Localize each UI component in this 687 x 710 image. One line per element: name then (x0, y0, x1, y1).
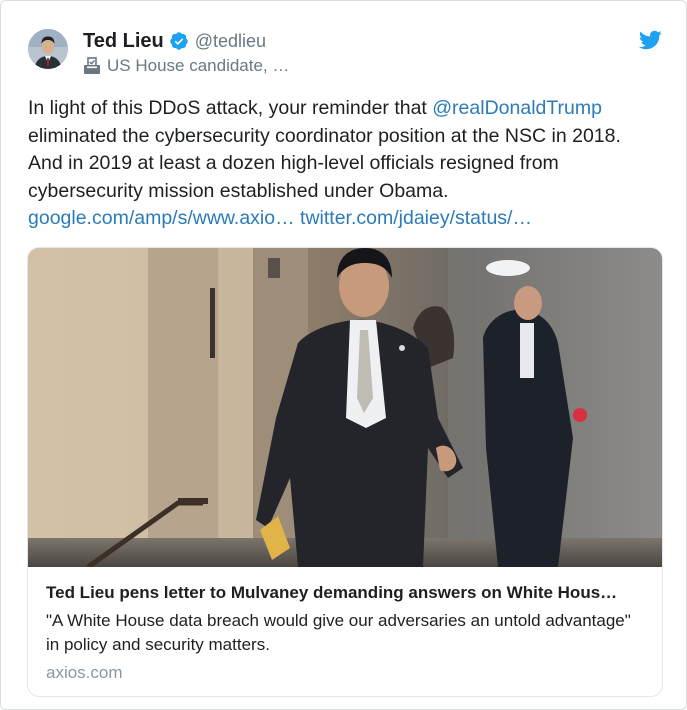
tweet-text-part-2: eliminated the cybersecurity coordinator… (28, 124, 621, 202)
author-header: Ted Lieu @tedlieu (83, 28, 266, 54)
url-link-axios[interactable]: google.com/amp/s/www.axio… (28, 207, 295, 229)
link-preview-title[interactable]: Ted Lieu pens letter to Mulvaney demandi… (46, 581, 646, 605)
twitter-bird-icon[interactable] (638, 29, 662, 51)
author-avatar[interactable] (28, 29, 68, 69)
mention-link[interactable]: @realDonaldTrump (432, 97, 602, 119)
url-link-twitter[interactable]: twitter.com/jdaiey/status/… (300, 207, 532, 229)
link-preview-text: Ted Lieu pens letter to Mulvaney demandi… (46, 581, 646, 685)
link-preview-card[interactable]: Ted Lieu pens letter to Mulvaney demandi… (27, 247, 663, 697)
tweet-text: In light of this DDoS attack, your remin… (28, 95, 658, 233)
link-preview-domain: axios.com (46, 663, 123, 682)
author-label: US House candidate, … (107, 56, 290, 75)
ballot-box-icon (83, 57, 101, 75)
author-handle[interactable]: @tedlieu (195, 31, 266, 52)
avatar-portrait (28, 29, 68, 69)
tweet-text-part-1: In light of this DDoS attack, your remin… (28, 97, 433, 119)
author-label-row: US House candidate, … (83, 55, 289, 77)
preview-image (28, 248, 662, 567)
verified-badge-icon (169, 31, 189, 51)
author-name[interactable]: Ted Lieu (83, 30, 164, 53)
embedded-tweet: Ted Lieu @tedlieu US House candidate, … … (0, 0, 687, 710)
link-preview-description: "A White House data breach would give ou… (46, 611, 631, 654)
